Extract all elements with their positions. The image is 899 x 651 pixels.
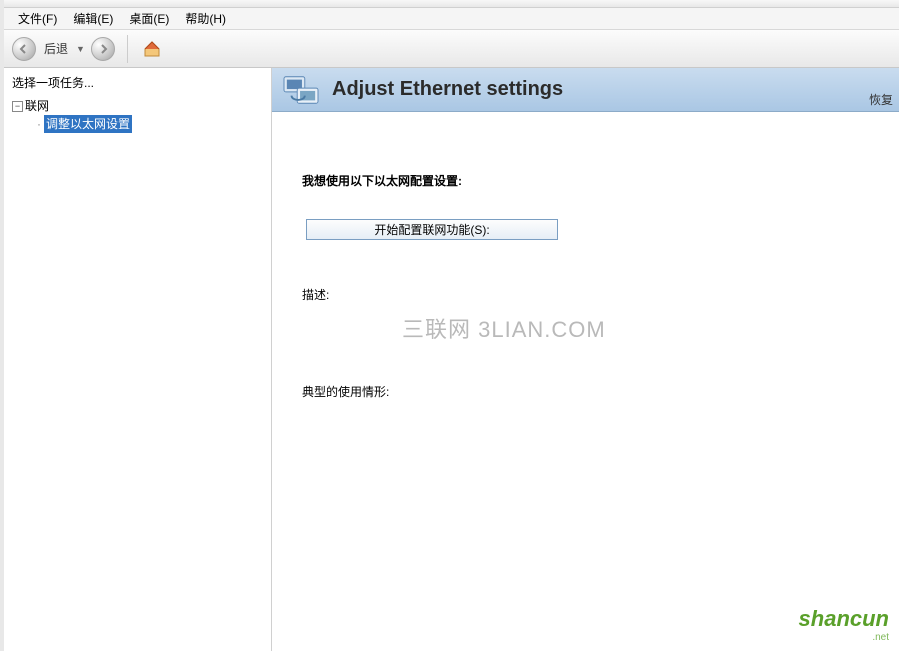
arrow-right-icon <box>98 44 108 54</box>
description-label: 描述: <box>302 286 879 303</box>
restore-defaults-link[interactable]: 恢复 <box>869 91 893 108</box>
tree-root-networking[interactable]: − 联网 <box>12 97 271 115</box>
toolbar-separator <box>127 35 128 63</box>
watermark-text: 三联网 3LIAN.COM <box>402 312 606 344</box>
watermark-logo: shancun .net <box>799 606 889 643</box>
content-body: 我想使用以下以太网配置设置: 开始配置联网功能(S): 描述: 典型的使用情形:… <box>272 112 899 651</box>
menubar: 文件(F) 编辑(E) 桌面(E) 帮助(H) <box>4 8 899 30</box>
forward-button[interactable] <box>91 37 115 61</box>
tree-dotted-line: · <box>34 115 44 133</box>
tree-child-label-selected: 调整以太网设置 <box>44 115 132 133</box>
tree-child-adjust-ethernet[interactable]: · 调整以太网设置 <box>34 115 271 133</box>
watermark-logo-sub: .net <box>799 632 889 643</box>
menu-file[interactable]: 文件(F) <box>12 8 63 29</box>
titlebar <box>4 0 899 8</box>
tree-root-label: 联网 <box>25 97 49 115</box>
page-header: Adjust Ethernet settings 恢复 <box>272 68 899 112</box>
sidebar: 选择一项任务... − 联网 · 调整以太网设置 <box>4 68 272 651</box>
page-title: Adjust Ethernet settings <box>332 78 563 101</box>
home-button[interactable] <box>140 37 164 61</box>
menu-edit[interactable]: 编辑(E) <box>67 8 119 29</box>
back-label: 后退 <box>44 40 68 57</box>
task-tree: − 联网 · 调整以太网设置 <box>4 95 271 133</box>
config-section-label: 我想使用以下以太网配置设置: <box>302 172 879 189</box>
toolbar: 后退 ▼ <box>4 30 899 68</box>
content-area: Adjust Ethernet settings 恢复 我想使用以下以太网配置设… <box>272 68 899 651</box>
ethernet-icon <box>282 73 320 107</box>
watermark-logo-text: shancun <box>799 606 889 631</box>
menu-desktop[interactable]: 桌面(E) <box>123 8 175 29</box>
sidebar-title: 选择一项任务... <box>4 68 271 95</box>
back-button[interactable] <box>12 37 36 61</box>
menu-help[interactable]: 帮助(H) <box>179 8 232 29</box>
home-icon <box>142 39 162 59</box>
start-config-button[interactable]: 开始配置联网功能(S): <box>306 219 558 240</box>
arrow-left-icon <box>19 44 29 54</box>
main-layout: 选择一项任务... − 联网 · 调整以太网设置 Adjust Ethernet… <box>4 68 899 651</box>
tree-collapse-icon[interactable]: − <box>12 101 23 112</box>
chevron-down-icon[interactable]: ▼ <box>76 44 85 54</box>
typical-usage-label: 典型的使用情形: <box>302 383 879 400</box>
